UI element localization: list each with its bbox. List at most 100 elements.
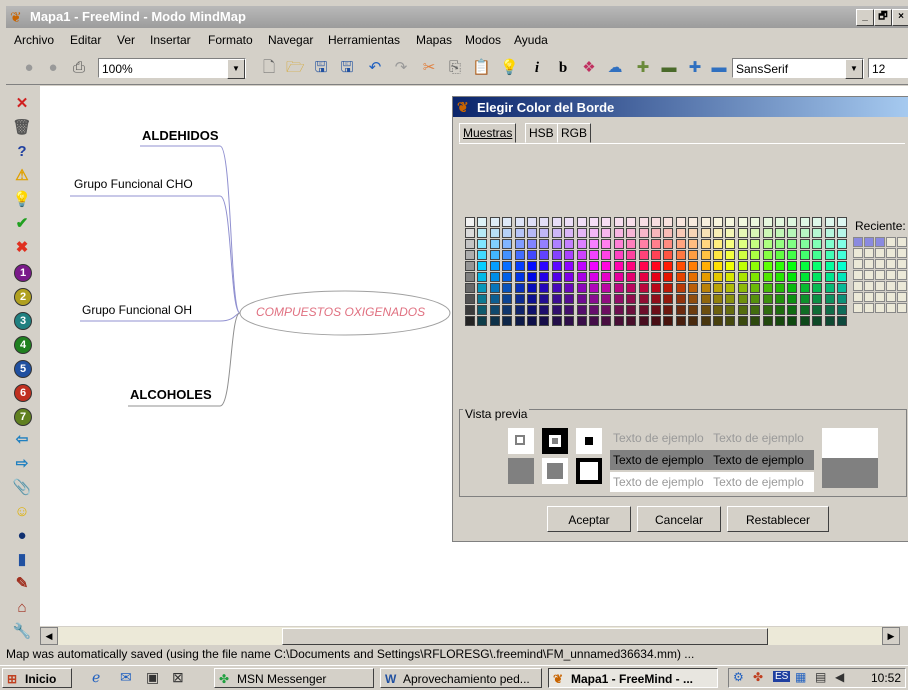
color-swatch[interactable] [713, 250, 723, 260]
color-swatch[interactable] [601, 250, 612, 260]
color-swatch[interactable] [589, 239, 599, 249]
redo-icon[interactable]: ↷ [392, 59, 410, 77]
color-swatch[interactable] [725, 250, 736, 260]
color-swatch[interactable] [737, 228, 748, 238]
paperclip-icon[interactable]: 📎 [12, 478, 32, 498]
color-swatch[interactable] [775, 305, 785, 315]
color-swatch[interactable] [688, 239, 699, 249]
recent-swatch[interactable] [886, 270, 896, 280]
color-swatch[interactable] [564, 261, 575, 271]
color-swatch[interactable] [502, 283, 513, 293]
color-swatch[interactable] [799, 305, 810, 315]
color-swatch[interactable] [775, 283, 785, 293]
color-swatch[interactable] [589, 228, 599, 238]
color-swatch[interactable] [651, 294, 661, 304]
color-swatch[interactable] [638, 305, 649, 315]
color-swatch[interactable] [638, 261, 649, 271]
color-swatch[interactable] [613, 305, 624, 315]
color-swatch[interactable] [787, 261, 798, 271]
color-swatch[interactable] [502, 239, 513, 249]
color-swatch[interactable] [601, 228, 612, 238]
color-swatch[interactable] [663, 250, 674, 260]
color-swatch[interactable] [564, 272, 575, 282]
color-swatch[interactable] [601, 283, 612, 293]
color-swatch[interactable] [700, 250, 711, 260]
color-swatch[interactable] [589, 250, 599, 260]
color-swatch[interactable] [713, 305, 723, 315]
color-swatch[interactable] [465, 294, 475, 304]
color-swatch[interactable] [812, 305, 823, 315]
priority-7-icon[interactable]: 7 [14, 408, 32, 426]
color-swatch[interactable] [514, 239, 525, 249]
color-swatch[interactable] [576, 294, 587, 304]
color-swatch[interactable] [489, 294, 500, 304]
forward-icon[interactable]: ● [44, 59, 62, 77]
recent-swatch[interactable] [875, 237, 885, 247]
color-swatch[interactable] [775, 239, 785, 249]
color-swatch[interactable] [477, 272, 488, 282]
color-swatch[interactable] [713, 239, 723, 249]
color-swatch[interactable] [812, 283, 823, 293]
color-icon[interactable]: ❖ [580, 59, 598, 77]
color-swatch[interactable] [812, 261, 823, 271]
recent-swatch[interactable] [886, 259, 896, 269]
checkmark-icon[interactable]: ✔ [12, 214, 32, 234]
new-file-icon[interactable]: 🗋 [260, 59, 278, 77]
reset-button[interactable]: Restablecer [727, 506, 829, 532]
color-swatch[interactable] [613, 283, 624, 293]
color-swatch[interactable] [837, 261, 847, 271]
menu-insertar[interactable]: Insertar [150, 33, 191, 47]
recent-swatch[interactable] [886, 237, 896, 247]
color-swatch[interactable] [564, 228, 575, 238]
color-swatch[interactable] [837, 283, 847, 293]
color-swatch[interactable] [527, 217, 537, 227]
color-swatch[interactable] [663, 294, 674, 304]
color-swatch[interactable] [465, 272, 475, 282]
copy-icon[interactable]: ⎘ [446, 59, 464, 77]
color-swatch[interactable] [638, 272, 649, 282]
color-swatch[interactable] [663, 316, 674, 326]
color-swatch[interactable] [762, 239, 773, 249]
color-swatch[interactable] [527, 316, 537, 326]
color-swatch[interactable] [564, 217, 575, 227]
color-swatch[interactable] [539, 261, 550, 271]
color-swatch[interactable] [725, 261, 736, 271]
color-swatch[interactable] [725, 217, 736, 227]
color-swatch[interactable] [613, 316, 624, 326]
color-swatch[interactable] [613, 239, 624, 249]
color-swatch[interactable] [551, 217, 562, 227]
color-swatch[interactable] [837, 228, 847, 238]
color-swatch[interactable] [527, 250, 537, 260]
arrow-right-icon[interactable]: ⇨ [12, 454, 32, 474]
priority-3-icon[interactable]: 3 [14, 312, 32, 330]
color-swatch[interactable] [787, 316, 798, 326]
color-swatch[interactable] [489, 272, 500, 282]
recent-swatch[interactable] [897, 281, 907, 291]
color-swatch[interactable] [737, 283, 748, 293]
color-swatch[interactable] [477, 250, 488, 260]
color-swatch[interactable] [837, 272, 847, 282]
add-node-icon[interactable]: ✚ [634, 59, 652, 77]
cancel-button[interactable]: Cancelar [637, 506, 721, 532]
lightbulb-icon[interactable]: 💡 [500, 59, 519, 77]
color-swatch[interactable] [762, 305, 773, 315]
color-swatch[interactable] [626, 316, 637, 326]
color-swatch[interactable] [675, 261, 686, 271]
color-swatch[interactable] [502, 305, 513, 315]
color-swatch[interactable] [626, 217, 637, 227]
color-swatch[interactable] [465, 316, 475, 326]
color-swatch[interactable] [713, 272, 723, 282]
color-swatch[interactable] [700, 316, 711, 326]
color-swatch[interactable] [675, 217, 686, 227]
color-swatch[interactable] [787, 228, 798, 238]
chevron-down-icon[interactable]: ▼ [845, 59, 863, 79]
color-swatch[interactable] [502, 228, 513, 238]
color-swatch[interactable] [589, 272, 599, 282]
color-swatch[interactable] [601, 316, 612, 326]
recent-swatch[interactable] [853, 270, 863, 280]
color-swatch[interactable] [539, 305, 550, 315]
color-swatch[interactable] [477, 228, 488, 238]
color-swatch[interactable] [675, 283, 686, 293]
color-swatch[interactable] [688, 217, 699, 227]
color-swatch[interactable] [477, 239, 488, 249]
